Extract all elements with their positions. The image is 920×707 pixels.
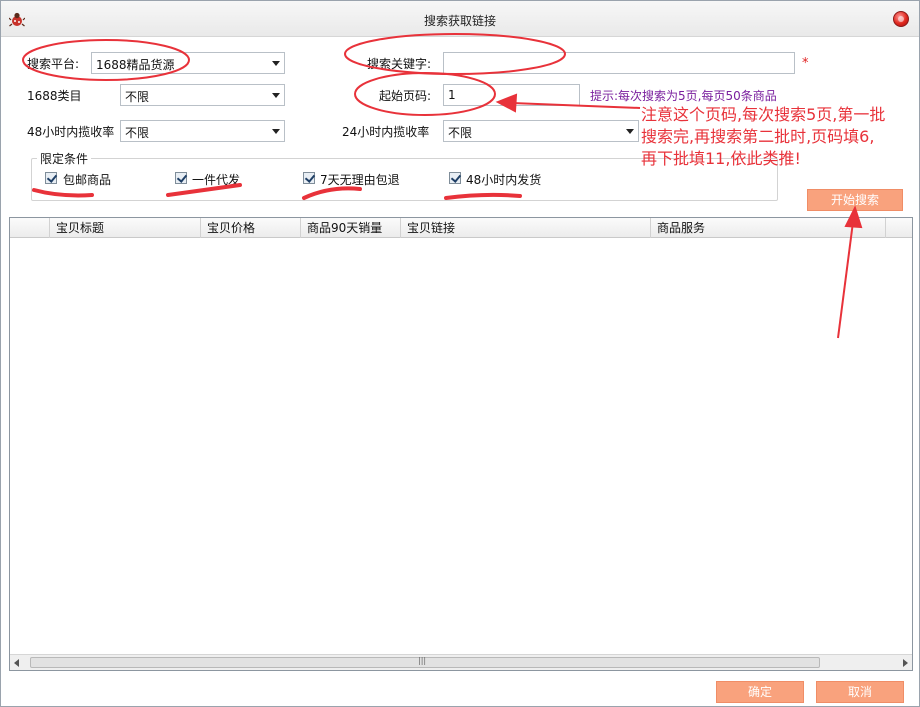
scroll-grip: ||| — [418, 656, 427, 665]
checkbox-48h-ship[interactable] — [449, 172, 461, 184]
keyword-input[interactable] — [443, 52, 795, 74]
checkbox-7day-return[interactable] — [303, 172, 315, 184]
col-header-title[interactable]: 宝贝标题 — [50, 218, 201, 238]
category-select[interactable]: 不限 — [120, 84, 285, 106]
annotation-line-3: 再下批填11,依此类推! — [641, 149, 801, 168]
col-header-sales[interactable]: 商品90天销量 — [301, 218, 401, 238]
grid-header: 宝贝标题 宝贝价格 商品90天销量 宝贝链接 商品服务 — [10, 218, 912, 238]
rate24-select[interactable]: 不限 — [443, 120, 639, 142]
hint-text: 提示:每次搜索为5页,每页50条商品 — [590, 89, 777, 103]
checkbox-free-shipping[interactable] — [45, 172, 57, 184]
col-header-select[interactable] — [10, 218, 50, 238]
col-header-price[interactable]: 宝贝价格 — [201, 218, 301, 238]
start-search-button[interactable]: 开始搜索 — [807, 189, 903, 211]
start-page-label: 起始页码: — [379, 89, 432, 103]
title-bar: 搜索获取链接 — [1, 1, 919, 37]
rate24-label: 24小时内揽收率 — [342, 125, 430, 139]
horizontal-scrollbar[interactable]: ||| — [10, 654, 912, 670]
rate48-value: 不限 — [125, 126, 150, 140]
chevron-down-icon — [272, 61, 280, 66]
checkbox-dropship[interactable] — [175, 172, 187, 184]
annotation-line-1: 注意这个页码,每次搜索5页,第一批 — [641, 105, 886, 124]
platform-label: 搜索平台: — [27, 57, 80, 71]
chevron-down-icon — [626, 129, 634, 134]
category-label: 1688类目 — [27, 89, 82, 103]
results-grid: 宝贝标题 宝贝价格 商品90天销量 宝贝链接 商品服务 ||| — [9, 217, 913, 671]
checkbox-dropship-label: 一件代发 — [192, 173, 241, 187]
annotation-line-2: 搜索完,再搜索第二批时,页码填6, — [641, 127, 875, 146]
window-title: 搜索获取链接 — [423, 14, 496, 28]
platform-select[interactable]: 1688精品货源 — [91, 52, 285, 74]
required-mark: * — [802, 56, 809, 71]
rate48-select[interactable]: 不限 — [120, 120, 285, 142]
rate24-value: 不限 — [448, 126, 473, 140]
conditions-title: 限定条件 — [37, 150, 92, 167]
checkbox-free-shipping-label: 包邮商品 — [63, 173, 112, 187]
scroll-left-icon[interactable] — [14, 659, 19, 667]
chevron-down-icon — [272, 129, 280, 134]
checkbox-48h-ship-label: 48小时内发货 — [466, 173, 542, 187]
checkbox-7day-return-label: 7天无理由包退 — [320, 173, 400, 187]
rate48-label: 48小时内揽收率 — [27, 125, 115, 139]
category-value: 不限 — [125, 90, 150, 104]
cancel-button[interactable]: 取消 — [816, 681, 904, 703]
start-page-input[interactable]: 1 — [443, 84, 580, 106]
col-header-service[interactable]: 商品服务 — [651, 218, 886, 238]
col-header-link[interactable]: 宝贝链接 — [401, 218, 651, 238]
close-button[interactable] — [893, 11, 909, 27]
scroll-right-icon[interactable] — [903, 659, 908, 667]
chevron-down-icon — [272, 93, 280, 98]
keyword-label: 搜索关键字: — [367, 57, 432, 71]
platform-value: 1688精品货源 — [96, 58, 175, 72]
ok-button[interactable]: 确定 — [716, 681, 804, 703]
